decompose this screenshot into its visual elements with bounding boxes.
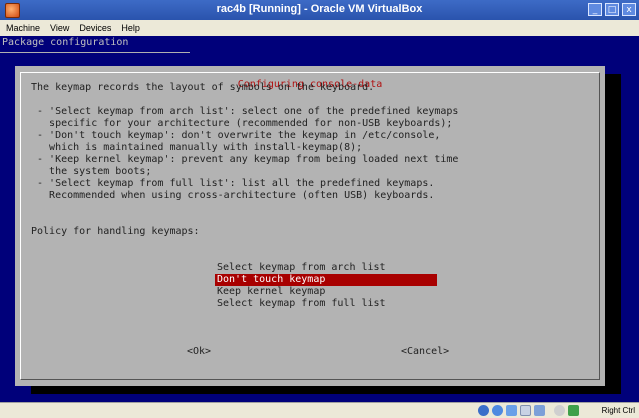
usb-icon[interactable] — [520, 405, 531, 416]
vm-screen[interactable]: Configuring console-data The keymap reco… — [0, 52, 639, 402]
network-icon[interactable] — [506, 405, 517, 416]
status-bar: Right Ctrl — [0, 402, 639, 418]
mouse-integration-icon[interactable] — [554, 405, 565, 416]
menu-machine[interactable]: Machine — [0, 23, 45, 33]
choice-select-arch[interactable]: Select keymap from arch list — [215, 262, 437, 274]
choice-keep-kernel[interactable]: Keep kernel keymap — [215, 286, 437, 298]
menu-help[interactable]: Help — [116, 23, 145, 33]
hard-disk-icon[interactable] — [478, 405, 489, 416]
package-configuration-title: Package configuration — [2, 37, 129, 48]
ok-button[interactable]: <Ok> — [187, 346, 211, 357]
menu-bar: Machine View Devices Help — [0, 20, 639, 36]
description-line: which is maintained manually with instal… — [31, 142, 363, 153]
device-icons — [478, 405, 579, 416]
description-line: - 'Select keymap from arch list': select… — [31, 106, 459, 117]
description-line: The keymap records the layout of symbols… — [31, 82, 375, 93]
capture-icon[interactable] — [568, 405, 579, 416]
title-bar: rac4b [Running] - Oracle VM VirtualBox _… — [0, 0, 639, 20]
menu-devices[interactable]: Devices — [74, 23, 116, 33]
choice-select-full[interactable]: Select keymap from full list — [215, 298, 437, 310]
vm-screen-header: Package configuration — [0, 36, 639, 52]
host-key-label: Right Ctrl — [601, 406, 635, 415]
description-line: - 'Keep kernel keymap': prevent any keym… — [31, 154, 459, 165]
description-line: specific for your architecture (recommen… — [31, 118, 453, 129]
description-line: the system boots; — [31, 166, 152, 177]
description-line: - 'Don't touch keymap': don't overwrite … — [31, 130, 441, 141]
shared-folder-icon[interactable] — [534, 405, 545, 416]
title-underline — [0, 52, 190, 53]
description-line: Recommended when using cross-architectur… — [31, 190, 435, 201]
window-title: rac4b [Running] - Oracle VM VirtualBox — [216, 3, 423, 15]
choice-dont-touch[interactable]: Don't touch keymap — [215, 274, 437, 286]
configuring-dialog: Configuring console-data The keymap reco… — [15, 66, 605, 386]
window-controls: _ □ x — [588, 3, 636, 16]
policy-label: Policy for handling keymaps: — [31, 226, 200, 237]
minimize-button[interactable]: _ — [588, 3, 602, 16]
maximize-button[interactable]: □ — [605, 3, 619, 16]
keymap-policy-list: Select keymap from arch list Don't touch… — [215, 262, 437, 310]
cd-icon[interactable] — [492, 405, 503, 416]
menu-view[interactable]: View — [45, 23, 74, 33]
close-button[interactable]: x — [622, 3, 636, 16]
description-line: - 'Select keymap from full list': list a… — [31, 178, 435, 189]
cancel-button[interactable]: <Cancel> — [401, 346, 449, 357]
